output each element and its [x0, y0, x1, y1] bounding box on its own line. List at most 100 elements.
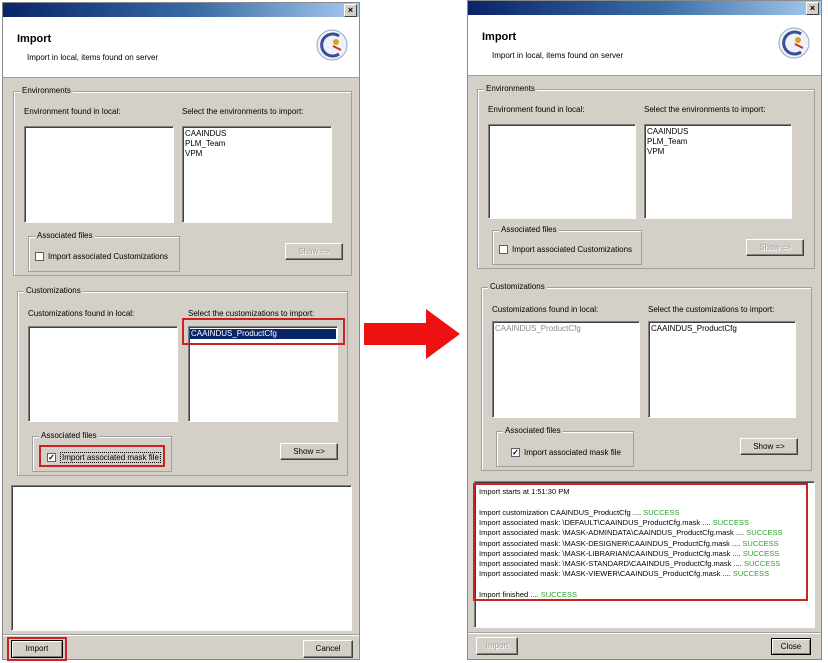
footer-separator	[3, 634, 359, 636]
import-log-area[interactable]	[11, 485, 352, 631]
dialog-header: Import Import in local, items found on s…	[468, 15, 821, 76]
log-line: Import associated mask: \DEFAULT\CAAINDU…	[479, 518, 749, 527]
checkbox-box[interactable]	[499, 245, 508, 254]
log-line: Import associated mask: \MASK-STANDARD\C…	[479, 559, 780, 568]
env-associated-files-group: Associated files Import associated Custo…	[492, 225, 642, 265]
app-logo-icon	[778, 27, 810, 59]
close-icon[interactable]: ×	[806, 2, 819, 15]
list-item[interactable]: VPM	[646, 147, 790, 157]
log-text: Import starts at 1:51:30 PM	[479, 487, 570, 496]
log-status: SUCCESS	[712, 517, 749, 527]
list-item-selected[interactable]: CAAINDUS_ProductCfg	[190, 329, 336, 339]
customizations-group: Customizations Customizations found in l…	[17, 286, 348, 476]
environments-group: Environments Environment found in local:…	[477, 84, 815, 269]
log-status: SUCCESS	[540, 590, 577, 599]
import-button[interactable]: Import	[11, 640, 63, 658]
list-item[interactable]: CAAINDUS_ProductCfg	[650, 324, 794, 334]
list-item[interactable]: PLM_Team	[646, 137, 790, 147]
log-text: Import associated mask: \MASK-STANDARD\C…	[479, 559, 744, 569]
checkmark-icon[interactable]: ✓	[511, 448, 520, 457]
env-select-label: Select the environments to import:	[644, 105, 766, 114]
env-select-list[interactable]: CAAINDUS PLM_Team VPM	[182, 126, 332, 223]
log-status: SUCCESS	[743, 559, 781, 569]
list-item[interactable]: CAAINDUS	[184, 129, 330, 139]
env-associated-files-group: Associated files Import associated Custo…	[28, 231, 180, 272]
close-button[interactable]: Close	[771, 638, 811, 655]
dialog-title: Import	[17, 33, 52, 45]
list-item[interactable]: PLM_Team	[184, 139, 330, 149]
log-line: Import associated mask: \MASK-LIBRARIAN\…	[479, 549, 779, 558]
env-show-button[interactable]: Show =>	[746, 239, 804, 256]
cust-found-label: Customizations found in local:	[28, 309, 135, 318]
list-item[interactable]: VPM	[184, 149, 330, 159]
env-select-list[interactable]: CAAINDUS PLM_Team VPM	[644, 124, 792, 219]
import-mask-file-checkbox[interactable]: ✓ Import associated mask file	[47, 452, 161, 463]
log-status: SUCCESS	[746, 528, 783, 538]
environments-legend: Environments	[484, 84, 537, 93]
cust-select-list[interactable]: CAAINDUS_ProductCfg	[648, 321, 796, 418]
dialog-title: Import	[482, 31, 517, 43]
log-line: Import associated mask: \MASK-ADMINDATA\…	[479, 528, 783, 537]
title-bar: ×	[3, 3, 359, 17]
log-line: Import customization CAAINDUS_ProductCfg…	[479, 508, 680, 517]
environments-group: Environments Environment found in local:…	[13, 86, 352, 276]
log-line: Import associated mask: \MASK-DESIGNER\C…	[479, 539, 779, 548]
cust-select-label: Select the customizations to import:	[188, 309, 315, 318]
cust-found-list[interactable]: CAAINDUS_ProductCfg	[492, 321, 640, 418]
log-text: Import associated mask: \MASK-VIEWER\CAA…	[479, 569, 733, 579]
cancel-button[interactable]: Cancel	[303, 640, 353, 658]
log-text: Import associated mask: \DEFAULT\CAAINDU…	[479, 517, 713, 527]
import-dialog-before: × Import Import in local, items found on…	[2, 2, 360, 661]
list-item[interactable]: CAAINDUS_ProductCfg	[494, 324, 638, 334]
log-line: Import finished .... SUCCESS	[479, 590, 577, 599]
cust-show-button[interactable]: Show =>	[280, 443, 338, 460]
environments-legend: Environments	[20, 86, 73, 95]
close-icon[interactable]: ×	[344, 4, 357, 17]
env-select-label: Select the environments to import:	[182, 107, 304, 116]
customizations-group: Customizations Customizations found in l…	[481, 282, 812, 471]
log-text: Import associated mask: \MASK-DESIGNER\C…	[479, 538, 743, 548]
checkbox-label: Import associated mask file	[524, 448, 621, 457]
env-show-button[interactable]: Show =>	[285, 243, 343, 260]
checkbox-box[interactable]	[35, 252, 44, 261]
log-status: SUCCESS	[742, 538, 779, 548]
import-log-area[interactable]: Import starts at 1:51:30 PM Import custom…	[474, 481, 815, 628]
log-text: Import associated mask: \MASK-ADMINDATA\…	[479, 528, 747, 538]
app-logo-icon	[316, 29, 348, 61]
env-found-list[interactable]	[488, 124, 636, 219]
import-customizations-checkbox[interactable]: Import associated Customizations	[35, 252, 168, 261]
checkbox-label: Import associated Customizations	[48, 252, 169, 261]
env-found-label: Environment found in local:	[24, 107, 121, 116]
import-customizations-checkbox[interactable]: Import associated Customizations	[499, 245, 632, 254]
cust-found-list[interactable]	[28, 326, 178, 422]
log-text: Import finished ....	[479, 590, 541, 599]
cust-select-list[interactable]: CAAINDUS_ProductCfg	[188, 326, 338, 422]
log-status: SUCCESS	[742, 548, 780, 558]
checkmark-icon[interactable]: ✓	[47, 453, 56, 462]
log-line: Import starts at 1:51:30 PM	[479, 487, 569, 496]
import-button[interactable]: Import	[476, 637, 518, 655]
cust-associated-files-group: Associated files ✓ Import associated mas…	[496, 426, 634, 467]
import-mask-file-checkbox[interactable]: ✓ Import associated mask file	[511, 448, 621, 457]
import-dialog-after: × Import Import in local, items found on…	[467, 0, 822, 660]
cust-assoc-legend: Associated files	[39, 431, 99, 440]
env-found-list[interactable]	[24, 126, 174, 223]
log-text: Import associated mask: \MASK-LIBRARIAN\…	[479, 548, 743, 558]
dialog-header: Import Import in local, items found on s…	[3, 17, 359, 78]
cust-assoc-legend: Associated files	[503, 426, 563, 435]
transition-arrow-icon	[364, 309, 460, 359]
checkbox-label: Import associated mask file	[60, 452, 161, 463]
dialog-subtitle: Import in local, items found on server	[27, 53, 159, 62]
cust-associated-files-group: Associated files ✓ Import associated mas…	[32, 431, 172, 472]
customizations-legend: Customizations	[24, 286, 83, 295]
env-assoc-legend: Associated files	[35, 231, 95, 240]
log-status: SUCCESS	[643, 507, 680, 517]
footer-separator	[468, 632, 821, 634]
cust-found-label: Customizations found in local:	[492, 305, 599, 314]
title-bar: ×	[468, 1, 821, 15]
list-item[interactable]: CAAINDUS	[646, 127, 790, 137]
env-found-label: Environment found in local:	[488, 105, 585, 114]
checkbox-label: Import associated Customizations	[512, 245, 633, 254]
cust-show-button[interactable]: Show =>	[740, 438, 798, 455]
cust-select-label: Select the customizations to import:	[648, 305, 775, 314]
